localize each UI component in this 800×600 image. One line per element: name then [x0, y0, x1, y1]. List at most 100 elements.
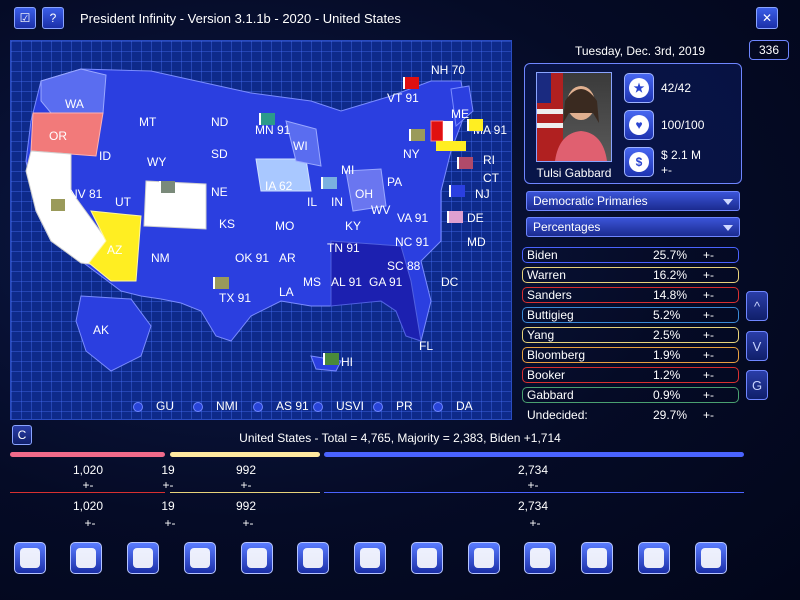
state-label-al: AL 91 — [331, 275, 362, 289]
candidate-label: Yang — [527, 328, 555, 342]
stat-health: 100/100 — [661, 118, 705, 132]
territory-pr[interactable]: PR — [396, 399, 413, 413]
territory-dot[interactable] — [313, 402, 323, 412]
candidate-label: Warren — [527, 268, 566, 282]
help-button[interactable]: ? — [42, 7, 64, 29]
state-label-tx: TX 91 — [219, 291, 252, 305]
state-label-mi: MI — [341, 163, 355, 177]
result-row-undecided: Undecided: 29.7% +- — [522, 407, 739, 423]
candidate-pm: +- — [703, 388, 715, 402]
scroll-up-button[interactable]: ^ — [746, 291, 768, 321]
state-label-id: ID — [99, 149, 111, 163]
momentum-button[interactable]: ★ — [624, 73, 654, 103]
candidate-pct: 5.2% — [653, 308, 681, 322]
result-row-buttigieg[interactable]: Buttigieg 5.2% +- — [522, 307, 739, 323]
state-label-wi: WI — [293, 139, 308, 153]
territory-dot[interactable] — [253, 402, 263, 412]
result-row-warren[interactable]: Warren 16.2% +- — [522, 267, 739, 283]
state-label-ms: MS — [303, 275, 321, 289]
territory-dot[interactable] — [193, 402, 203, 412]
election-select-value: Democratic Primaries — [533, 194, 648, 208]
play-icon — [587, 548, 607, 568]
state-label-ar: AR — [279, 251, 296, 265]
election-select[interactable]: Democratic Primaries — [526, 191, 740, 211]
territory-dot[interactable] — [433, 402, 443, 412]
book-button[interactable] — [638, 542, 670, 574]
delegate-pm: +- — [529, 516, 541, 530]
delegate-pm: +- — [162, 478, 174, 492]
candidate-label: Buttigieg — [527, 308, 574, 322]
campaign-button[interactable] — [14, 542, 46, 574]
candidate-label: Bloomberg — [527, 348, 586, 362]
candidate-photo[interactable] — [536, 72, 612, 162]
result-row-booker[interactable]: Booker 1.2% +- — [522, 367, 739, 383]
chart-button[interactable] — [468, 542, 500, 574]
territory-da[interactable]: DA — [456, 399, 473, 413]
health-button[interactable]: ♥ — [624, 110, 654, 140]
state-label-vt: VT 91 — [387, 91, 419, 105]
result-row-gabbard[interactable]: Gabbard 0.9% +- — [522, 387, 739, 403]
divider-line — [170, 492, 320, 493]
mode-select[interactable]: Percentages — [526, 217, 740, 237]
crowd-button[interactable] — [70, 542, 102, 574]
state-label-tn: TN 91 — [327, 241, 360, 255]
territory-dot[interactable] — [133, 402, 143, 412]
notepad-button[interactable] — [524, 542, 556, 574]
state-label-wa: WA — [65, 97, 84, 111]
satellite-button[interactable] — [127, 542, 159, 574]
graph-button[interactable]: G — [746, 370, 768, 400]
territory-as[interactable]: AS 91 — [276, 399, 309, 413]
flag-icon — [49, 199, 65, 211]
state-label-ok: OK 91 — [235, 251, 270, 265]
flag-button[interactable] — [184, 542, 216, 574]
thumbs-up-button[interactable] — [297, 542, 329, 574]
result-row-biden[interactable]: Biden 25.7% +- — [522, 247, 739, 263]
candidate-pm: +- — [703, 268, 715, 282]
podcast-button[interactable] — [354, 542, 386, 574]
state-label-la: LA — [279, 285, 294, 299]
us-map[interactable]: WA OR ID MT ND MN 91 WY SD WI MI NV 81 U… — [10, 40, 512, 420]
close-button[interactable]: ✕ — [756, 7, 778, 29]
candidate-pct: 14.8% — [653, 288, 688, 302]
result-row-bloomberg[interactable]: Bloomberg 1.9% +- — [522, 347, 739, 363]
money-button[interactable]: $ — [624, 147, 654, 177]
flag-icon — [467, 119, 483, 131]
state-label-il: IL — [307, 195, 318, 209]
flag-icon — [259, 113, 275, 125]
checkmark-button[interactable] — [695, 542, 727, 574]
state-label-ct: CT — [483, 171, 499, 185]
result-row-yang[interactable]: Yang 2.5% +- — [522, 327, 739, 343]
delegate-pm: +- — [84, 516, 96, 530]
territory-usvi[interactable]: USVI — [336, 399, 364, 413]
mode-select-value: Percentages — [533, 220, 601, 234]
state-label-nd: ND — [211, 115, 229, 129]
campaign-icon — [20, 548, 40, 568]
state-label-mo: MO — [275, 219, 295, 233]
checklist-button[interactable]: ☑ — [14, 7, 36, 29]
flag-icon — [213, 277, 229, 289]
territory-dot[interactable] — [373, 402, 383, 412]
territory-nmi[interactable]: NMI — [216, 399, 238, 413]
play-button[interactable] — [581, 542, 613, 574]
delegate-count: 1,020 — [72, 499, 104, 513]
undecided-label: Undecided: — [527, 408, 588, 422]
delegate-pm: +- — [527, 478, 539, 492]
territory-gu[interactable]: GU — [156, 399, 174, 413]
state-label-ca: CA 91 — [41, 213, 74, 227]
result-row-sanders[interactable]: Sanders 14.8% +- — [522, 287, 739, 303]
state-label-ny: NY — [403, 147, 420, 161]
summary-line: United States - Total = 4,765, Majority … — [239, 431, 561, 445]
candidate-portrait-icon — [537, 73, 607, 161]
state-label-nv: NV 81 — [69, 187, 103, 201]
state-label-ks: KS — [219, 217, 236, 231]
candidate-label: Gabbard — [527, 388, 574, 402]
person-button[interactable] — [411, 542, 443, 574]
flask-button[interactable] — [241, 542, 273, 574]
state-label-in: IN — [331, 195, 343, 209]
book-icon — [644, 548, 664, 568]
scroll-down-button[interactable]: V — [746, 331, 768, 361]
state-label-nc: NC 91 — [395, 235, 430, 249]
state-label-ri: RI — [483, 153, 495, 167]
state-label-ia: IA 62 — [265, 179, 293, 193]
thumbs-up-icon — [303, 548, 323, 568]
